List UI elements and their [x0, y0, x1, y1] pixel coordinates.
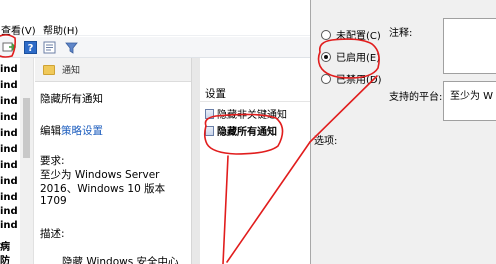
comment-field[interactable]	[443, 18, 496, 74]
tree-item[interactable]: ind	[0, 144, 18, 155]
tree-item[interactable]: ind	[0, 80, 18, 91]
tree-item[interactable]: ind	[0, 220, 18, 231]
tree-item[interactable]: ind	[0, 160, 18, 171]
tree-scrollbar[interactable]	[20, 58, 33, 264]
description-label: 描述:	[40, 228, 65, 240]
radio-disabled[interactable]: 已禁用(D)	[321, 71, 382, 86]
category-header: 通知	[35, 58, 200, 82]
toolbar: ?	[0, 37, 310, 58]
requirements-text: 至少为 Windows Server	[40, 169, 160, 181]
edit-policy-line: 编辑策略设置	[40, 123, 103, 138]
settings-column-header[interactable]: 设置	[200, 86, 310, 102]
setting-label: 隐藏非关键通知	[217, 110, 287, 121]
scrollbar-thumb[interactable]	[23, 98, 30, 158]
tree-item[interactable]: ind	[0, 128, 18, 139]
policy-properties-dialog: 未配置(C) 已启用(E) 已禁用(D) 注释: 支持的平台: 至少为 W 选项…	[310, 0, 496, 264]
tree-item[interactable]: 病	[0, 238, 10, 253]
radio-button[interactable]	[321, 29, 331, 40]
requirements-text: 1709	[40, 195, 67, 207]
radio-not-configured[interactable]: 未配置(C)	[321, 27, 381, 42]
radio-label: 已启用(E)	[336, 53, 381, 64]
requirements-text: 2016、Windows 10 版本	[40, 183, 166, 195]
setting-label: 隐藏所有通知	[217, 127, 277, 138]
menu-view[interactable]: 查看(V)	[1, 22, 36, 37]
setting-row-hide-all[interactable]: 隐藏所有通知	[205, 123, 277, 138]
description-text: 隐藏 Windows 安全中心	[62, 256, 179, 264]
radio-label: 已禁用(D)	[336, 75, 382, 86]
help-icon[interactable]: ?	[23, 40, 38, 54]
tree-item[interactable]: ind	[0, 176, 18, 187]
comment-label: 注释:	[389, 28, 413, 39]
folder-icon	[43, 65, 55, 75]
tree-item[interactable]: 防	[0, 252, 10, 264]
properties-icon[interactable]	[42, 40, 57, 54]
policy-icon	[205, 108, 214, 119]
pane-splitter[interactable]	[191, 58, 200, 264]
radio-label: 未配置(C)	[336, 31, 381, 42]
supported-on-label: 支持的平台:	[389, 92, 443, 103]
supported-on-value: 至少为 W	[450, 91, 494, 102]
tree-item[interactable]: ind	[0, 192, 18, 203]
options-label: 选项:	[314, 136, 338, 147]
description-pane: 隐藏所有通知 编辑策略设置 要求: 至少为 Windows Server 201…	[35, 82, 200, 264]
requirements-label: 要求:	[40, 155, 65, 167]
setting-row-hide-noncritical[interactable]: 隐藏非关键通知	[205, 106, 287, 121]
settings-list: 设置 隐藏非关键通知 隐藏所有通知	[200, 82, 310, 264]
filter-icon[interactable]	[64, 40, 79, 54]
policy-title: 隐藏所有通知	[40, 93, 103, 105]
menu-help[interactable]: 帮助(H)	[43, 22, 78, 37]
radio-button[interactable]	[321, 73, 331, 84]
edit-policy-link[interactable]: 策略设置	[61, 125, 103, 137]
tree-item[interactable]: ind	[0, 112, 18, 123]
edit-prefix: 编辑	[40, 125, 61, 137]
radio-button-selected[interactable]	[321, 51, 331, 62]
policy-icon	[205, 125, 214, 136]
svg-text:?: ?	[28, 43, 34, 54]
tree-item[interactable]: ind	[0, 206, 18, 217]
menu-bar: 查看(V) 帮助(H)	[0, 20, 310, 37]
radio-enabled[interactable]: 已启用(E)	[321, 49, 380, 64]
category-label: 通知	[62, 66, 81, 76]
export-list-icon[interactable]	[1, 40, 16, 54]
supported-on-field: 至少为 W	[443, 81, 496, 121]
tree-item[interactable]: ind	[0, 64, 18, 75]
tree-item[interactable]: ind	[0, 96, 18, 107]
